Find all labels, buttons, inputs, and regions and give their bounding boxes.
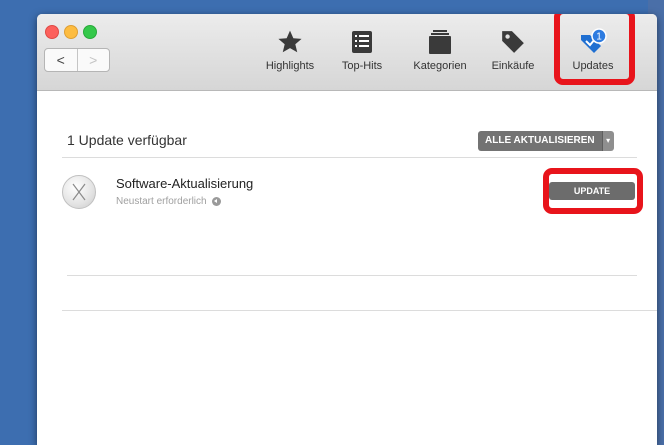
tag-icon <box>485 26 541 58</box>
toolbar: < > Highlights Top-Hits Kategorien Einkä… <box>37 14 657 91</box>
update-all-control: ALLE AKTUALISIEREN ▾ <box>478 131 614 151</box>
update-all-dropdown[interactable]: ▾ <box>601 131 614 151</box>
osx-x-icon <box>62 175 96 209</box>
list-divider <box>67 275 637 276</box>
zoom-window-button[interactable] <box>83 25 97 39</box>
update-item-subtitle: Neustart erforderlich <box>116 196 221 207</box>
info-arrow-icon[interactable] <box>211 197 221 206</box>
restart-required-text: Neustart erforderlich <box>116 196 207 207</box>
close-window-button[interactable] <box>45 25 59 39</box>
back-button[interactable]: < <box>45 49 77 71</box>
tab-highlights[interactable]: Highlights <box>259 26 321 72</box>
list-divider <box>62 310 657 311</box>
tab-highlights-label: Highlights <box>265 60 315 72</box>
tab-purchases-label: Einkäufe <box>491 60 535 72</box>
app-store-window: < > Highlights Top-Hits Kategorien Einkä… <box>37 14 657 445</box>
highlight-box-update-button <box>543 168 643 214</box>
update-item-name: Software-Aktualisierung <box>116 176 254 191</box>
navigation-buttons: < > <box>44 48 110 72</box>
update-all-button[interactable]: ALLE AKTUALISIEREN <box>478 131 602 151</box>
minimize-window-button[interactable] <box>64 25 78 39</box>
section-title: 1 Update verfügbar <box>67 132 187 148</box>
tab-top-hits-label: Top-Hits <box>341 60 383 72</box>
categories-icon <box>404 26 476 58</box>
forward-button[interactable]: > <box>76 49 110 71</box>
section-divider <box>62 157 637 158</box>
highlight-box-updates-tab <box>554 14 635 85</box>
star-icon <box>259 26 321 58</box>
tab-top-hits[interactable]: Top-Hits <box>333 26 391 72</box>
tab-categories-label: Kategorien <box>413 60 467 72</box>
list-icon <box>333 26 391 58</box>
tab-categories[interactable]: Kategorien <box>404 26 476 72</box>
tab-purchases[interactable]: Einkäufe <box>485 26 541 72</box>
